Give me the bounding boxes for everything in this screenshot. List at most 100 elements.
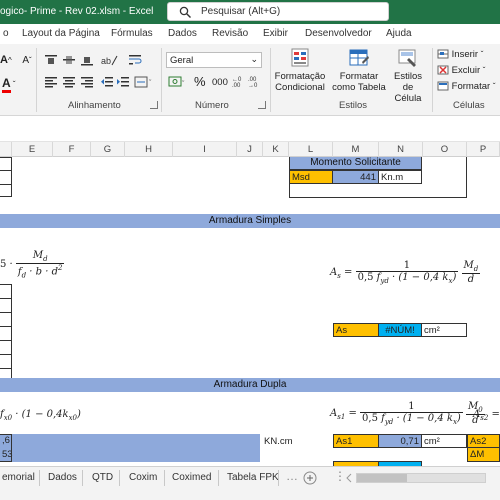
as-formula: As = 1 0,5 fyd · (1 − 0,4 kx) Md d: [330, 260, 481, 285]
armadura-dupla-band[interactable]: Armadura Dupla: [0, 378, 500, 392]
decrease-indent-button[interactable]: [100, 76, 114, 88]
currency-icon: ˇ: [168, 76, 185, 88]
tab-truncated[interactable]: o: [3, 28, 9, 39]
increase-decimal-button[interactable]: ←0.00: [232, 74, 246, 89]
column-header[interactable]: H: [125, 142, 173, 157]
tab-view[interactable]: Exibir: [263, 28, 288, 39]
title-bar: ogico- Prime - Rev 02.xlsm - Excel Pesqu…: [0, 0, 500, 24]
decrease-decimal-button[interactable]: .00 →0: [248, 74, 262, 89]
tab-developer[interactable]: Desenvolvedor: [305, 28, 372, 39]
tab-help[interactable]: Ajuda: [386, 28, 412, 39]
scroll-left-button[interactable]: [345, 472, 353, 484]
add-sheet-button[interactable]: [303, 471, 317, 485]
delete-button[interactable]: Excluir ˇ: [437, 65, 485, 76]
column-header[interactable]: [0, 142, 12, 157]
scroll-left-icon: [346, 473, 352, 483]
thousands-button[interactable]: 000: [212, 77, 228, 88]
scrollbar-thumb[interactable]: [357, 474, 407, 482]
as-value[interactable]: #NÚM!: [379, 323, 422, 337]
column-header[interactable]: L: [289, 142, 333, 157]
column-header[interactable]: P: [467, 142, 500, 157]
as2-formula: As2 =: [473, 409, 500, 422]
align-left-button[interactable]: [44, 76, 58, 88]
msd-unit[interactable]: Kn.m: [379, 170, 422, 184]
worksheet-grid[interactable]: Momento Solicitante Msd 441 Kn.m Armadur…: [0, 157, 500, 466]
as-unit[interactable]: cm²: [422, 323, 467, 337]
align-middle-button[interactable]: [62, 54, 76, 66]
as1-unit[interactable]: cm²: [422, 434, 467, 448]
msd-label[interactable]: Msd: [289, 170, 333, 184]
wrap-text-button[interactable]: [128, 53, 144, 67]
as2-label[interactable]: As2: [467, 434, 500, 448]
format-as-table-button[interactable]: Formatar como Tabela: [330, 48, 388, 93]
group-divider: [161, 48, 162, 112]
conditional-format-label: Formatação Condicional: [274, 71, 326, 93]
more-tabs-icon[interactable]: …: [286, 469, 298, 483]
column-header[interactable]: E: [12, 142, 53, 157]
column-header[interactable]: I: [173, 142, 237, 157]
cell-border-box: [0, 434, 12, 462]
as1-value[interactable]: 0,71: [379, 434, 422, 448]
tab-formulas[interactable]: Fórmulas: [111, 28, 153, 39]
wrap-text-icon: [129, 55, 142, 65]
insert-button[interactable]: Inserir ˇ: [437, 49, 483, 60]
sheet-tab-coximed[interactable]: Coximed: [172, 472, 211, 483]
tab-data[interactable]: Dados: [168, 28, 197, 39]
cell-border-box[interactable]: [0, 157, 12, 197]
column-header[interactable]: J: [237, 142, 263, 157]
align-top-button[interactable]: [44, 54, 58, 66]
number-format-select[interactable]: Geral ⌄: [166, 52, 262, 68]
column-header[interactable]: F: [53, 142, 91, 157]
sheet-tab-tabela-fpk[interactable]: Tabela FPK: [227, 472, 279, 483]
insert-cells-icon: [437, 49, 449, 59]
as-label[interactable]: As: [333, 323, 379, 337]
font-size-control[interactable]: A^ Aˇ: [0, 54, 32, 66]
column-header[interactable]: G: [91, 142, 125, 157]
dupla-left-formula: fx0 · (1 − 0,4kx0): [0, 409, 81, 422]
decrease-decimal-icon: .00→0: [248, 77, 258, 89]
sheet-tab-dados[interactable]: Dados: [48, 472, 77, 483]
percent-button[interactable]: %: [194, 74, 206, 89]
column-header[interactable]: N: [379, 142, 423, 157]
cell-styles-icon: [398, 49, 416, 67]
sheet-tab-coxim[interactable]: Coxim: [129, 472, 157, 483]
number-launcher-icon[interactable]: [258, 101, 266, 109]
horizontal-scrollbar[interactable]: [356, 473, 486, 483]
cell-divider: [0, 170, 12, 171]
merge-center-button[interactable]: ˇ: [134, 76, 156, 88]
armadura-simples-band[interactable]: Armadura Simples: [0, 214, 500, 228]
delete-label: Excluir: [451, 65, 481, 76]
align-middle-icon: [63, 56, 75, 64]
align-bottom-button[interactable]: [80, 54, 94, 66]
cell-styles-label: Estilos de Célula: [394, 71, 422, 104]
column-header[interactable]: K: [263, 142, 289, 157]
msd-value[interactable]: 441: [333, 170, 379, 184]
tab-layout[interactable]: Layout da Página: [22, 28, 100, 39]
left-value-cell-1[interactable]: ,6: [0, 434, 260, 448]
sheet-tab-qtd[interactable]: QTD: [92, 472, 113, 483]
delta-m-label[interactable]: ΔM: [467, 448, 500, 462]
sheet-tab-memorial[interactable]: emorial: [2, 472, 35, 483]
search-box[interactable]: Pesquisar (Alt+G): [167, 2, 389, 21]
tab-review[interactable]: Revisão: [212, 28, 248, 39]
kn-cm-unit[interactable]: KN.cm: [264, 436, 293, 448]
alignment-launcher-icon[interactable]: [150, 101, 158, 109]
conditional-format-button[interactable]: Formatação Condicional: [272, 48, 328, 93]
column-header[interactable]: M: [333, 142, 379, 157]
format-table-icon: [349, 49, 369, 66]
momento-header[interactable]: Momento Solicitante: [289, 157, 422, 170]
orientation-button[interactable]: ab: [100, 53, 118, 67]
increase-indent-button[interactable]: [116, 76, 130, 88]
tab-divider: [164, 470, 165, 486]
number-format-value: Geral: [170, 55, 194, 66]
currency-format-button[interactable]: ˇ: [168, 74, 188, 90]
left-value-cell-2[interactable]: 53: [0, 448, 260, 462]
align-right-button[interactable]: [80, 76, 94, 88]
align-center-button[interactable]: [62, 76, 76, 88]
cell-styles-button[interactable]: Estilos de Célula: [388, 48, 428, 104]
font-color-button[interactable]: A ˇ: [2, 76, 16, 93]
format-button[interactable]: Formatar ˇ: [437, 81, 496, 92]
increase-indent-icon: [117, 77, 129, 87]
as1-label[interactable]: As1: [333, 434, 379, 448]
column-header[interactable]: O: [423, 142, 467, 157]
